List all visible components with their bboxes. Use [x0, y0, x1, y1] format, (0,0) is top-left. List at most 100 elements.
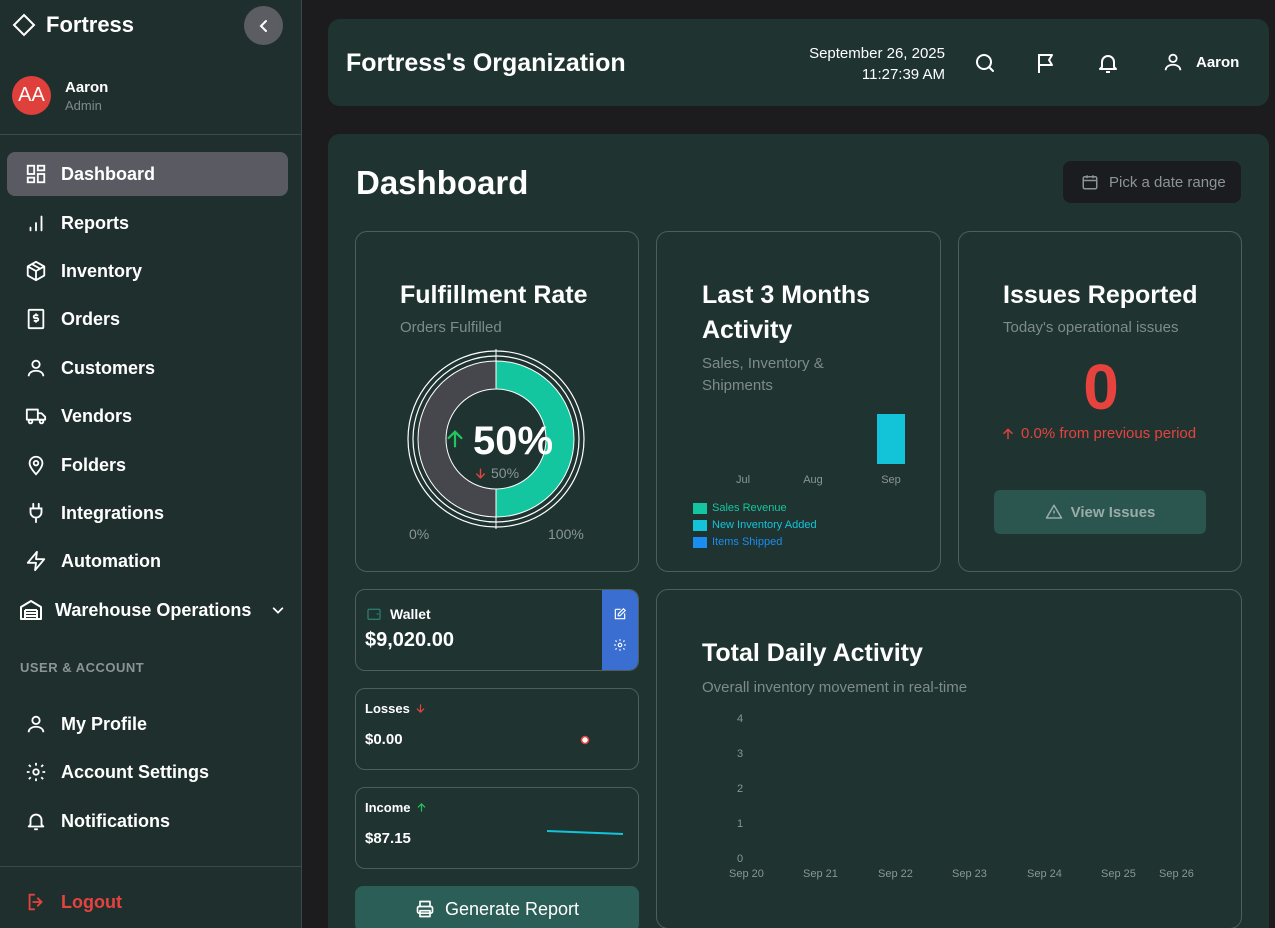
gauge-min-label: 0%	[409, 526, 430, 542]
x-tick-label: Jul	[736, 474, 750, 486]
sidebar-item-folders[interactable]: Folders	[7, 443, 288, 487]
section-label: USER & ACCOUNT	[20, 660, 145, 675]
warehouse-icon	[20, 600, 42, 620]
bell-icon[interactable]	[1096, 51, 1120, 75]
sidebar-item-account-settings[interactable]: Account Settings	[7, 750, 288, 794]
y-tick-label: 3	[737, 748, 744, 760]
logout-button[interactable]: Logout	[7, 880, 288, 924]
income-header: Income	[365, 800, 427, 815]
diamond-logo-icon	[12, 13, 36, 37]
x-tick-label: Sep 21	[803, 868, 838, 880]
legend-label: New Inventory Added	[712, 519, 817, 531]
user-icon	[27, 359, 45, 377]
wallet-header: Wallet	[366, 606, 431, 622]
sidebar-item-label: Notifications	[61, 810, 171, 831]
logout-icon	[28, 893, 43, 911]
income-label: Income	[365, 800, 411, 815]
gear-icon[interactable]	[613, 638, 627, 652]
daily-activity-card: Total Daily Activity Overall inventory m…	[656, 589, 1242, 928]
sidebar-item-label: Vendors	[61, 405, 133, 426]
search-icon[interactable]	[973, 51, 997, 75]
lightning-icon	[26, 550, 46, 572]
arrow-up-icon	[417, 802, 425, 812]
sidebar-item-notifications[interactable]: Notifications	[7, 799, 288, 843]
sidebar-item-label: Folders	[61, 454, 127, 475]
bar-chart-icon	[29, 215, 43, 232]
sidebar-item-label: Warehouse Operations	[55, 599, 252, 620]
divider	[0, 134, 302, 135]
activity-bar-chart: Jul Aug Sep	[736, 414, 905, 486]
sidebar-item-my-profile[interactable]: My Profile	[7, 702, 288, 746]
issues-change: 0.0% from previous period	[1001, 425, 1196, 442]
card-subtitle: Today's operational issues	[1003, 319, 1179, 336]
chevron-left-icon	[259, 19, 267, 32]
wallet-amount: $9,020.00	[365, 629, 454, 651]
sidebar-item-orders[interactable]: Orders	[7, 297, 288, 341]
sidebar-item-label: Automation	[61, 550, 161, 571]
sidebar-item-inventory[interactable]: Inventory	[7, 249, 288, 293]
arrow-up-icon	[1003, 427, 1013, 439]
income-card: Income $87.15	[355, 787, 639, 869]
sidebar-item-reports[interactable]: Reports	[7, 201, 288, 245]
printer-icon	[416, 900, 434, 918]
plug-icon	[29, 502, 43, 524]
legend-shipped: Items Shipped	[693, 536, 782, 548]
gauge-max-label: 100%	[548, 526, 584, 542]
sidebar: Fortress AA Aaron Admin Dashboard Report…	[0, 0, 302, 928]
avatar: AA	[12, 76, 51, 115]
arrow-down-icon	[476, 467, 485, 479]
legend-sales: Sales Revenue	[693, 502, 787, 514]
x-tick-label: Sep 24	[1027, 868, 1062, 880]
issues-count: 0	[1083, 351, 1119, 423]
x-tick-label: Sep 22	[878, 868, 913, 880]
box-icon	[26, 260, 46, 282]
brand[interactable]: Fortress	[12, 12, 134, 38]
edit-icon[interactable]	[613, 607, 627, 621]
dashboard-icon	[26, 164, 46, 184]
fulfillment-change: 50%	[474, 465, 519, 481]
arrow-down-icon	[416, 704, 425, 714]
arrow-up-icon	[447, 430, 463, 448]
user-menu[interactable]: Aaron	[1162, 51, 1239, 73]
user-role: Admin	[65, 97, 102, 113]
logout-label: Logout	[61, 891, 122, 912]
sidebar-item-customers[interactable]: Customers	[7, 346, 288, 390]
current-time: 11:27:39 AM	[861, 66, 945, 83]
warning-icon	[1045, 504, 1062, 519]
losses-header: Losses	[365, 701, 426, 716]
user-menu-name: Aaron	[1196, 53, 1240, 71]
losses-amount: $0.00	[365, 731, 403, 748]
sidebar-item-warehouse-operations[interactable]: Warehouse Operations	[7, 588, 288, 632]
sidebar-item-vendors[interactable]: Vendors	[7, 394, 288, 438]
sidebar-item-integrations[interactable]: Integrations	[7, 491, 288, 535]
activity-card: Last 3 Months Activity Sales, Inventory …	[656, 231, 941, 572]
wallet-card: Wallet $9,020.00	[355, 589, 639, 671]
generate-report-button[interactable]: Generate Report	[355, 886, 639, 928]
flag-icon[interactable]	[1034, 51, 1058, 75]
sidebar-item-automation[interactable]: Automation	[7, 539, 288, 583]
x-tick-label: Aug	[803, 474, 823, 486]
legend-label: Sales Revenue	[712, 502, 787, 514]
y-tick-label: 0	[737, 853, 744, 865]
sidebar-item-label: Reports	[61, 212, 130, 233]
sidebar-item-label: Account Settings	[61, 761, 210, 782]
view-issues-button[interactable]: View Issues	[994, 490, 1206, 534]
card-subtitle: Sales, Inventory & Shipments	[702, 355, 824, 394]
fulfillment-card: Fulfillment Rate Orders Fulfilled 50% 50…	[355, 231, 639, 572]
card-title: Last 3 Months Activity	[702, 281, 871, 344]
user-profile[interactable]: AA Aaron Admin	[12, 76, 108, 115]
x-tick-label: Sep 26	[1159, 868, 1194, 880]
brand-name: Fortress	[46, 12, 135, 37]
issues-card: Issues Reported Today's operational issu…	[958, 231, 1242, 572]
income-sparkline	[546, 830, 624, 835]
income-amount: $87.15	[365, 830, 411, 847]
current-date: September 26, 2025	[809, 45, 945, 62]
date-range-picker[interactable]: Pick a date range	[1063, 161, 1241, 203]
card-title: Fulfillment Rate	[400, 281, 588, 309]
sidebar-item-dashboard[interactable]: Dashboard	[7, 152, 288, 196]
collapse-sidebar-button[interactable]	[244, 6, 283, 45]
y-tick-label: 2	[737, 783, 744, 795]
x-tick-label: Sep 20	[729, 868, 764, 880]
y-tick-label: 1	[737, 818, 744, 830]
legend-swatch	[693, 536, 707, 548]
